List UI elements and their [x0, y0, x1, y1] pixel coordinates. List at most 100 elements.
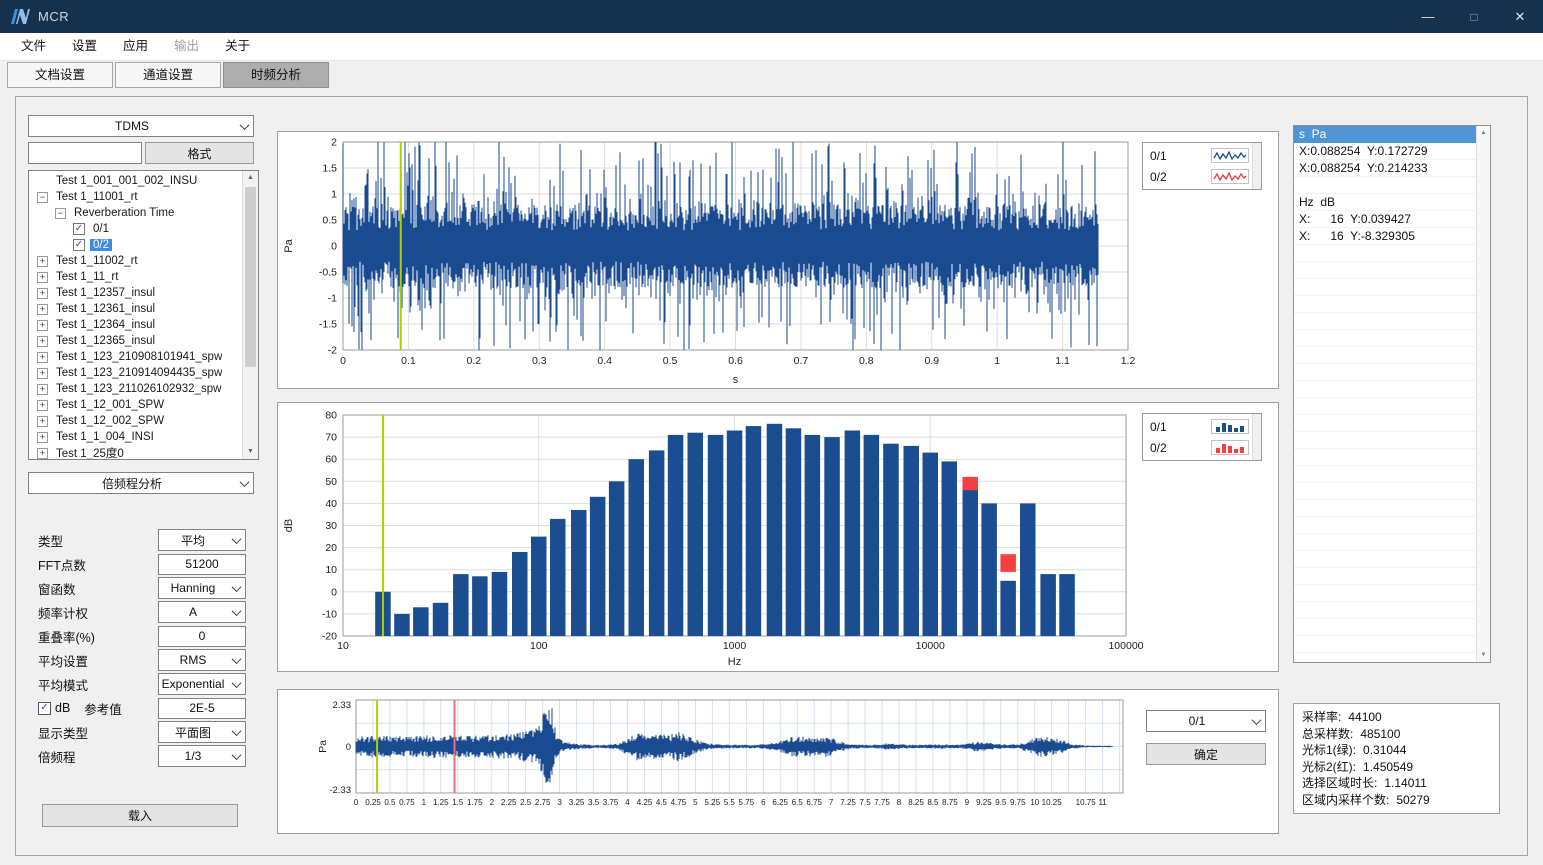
spectrum-bar-red[interactable]	[1000, 554, 1016, 572]
filter-input[interactable]	[28, 142, 142, 164]
spectrum-bar[interactable]	[746, 426, 762, 636]
cursor-list-row[interactable]	[1294, 398, 1477, 415]
expand-icon[interactable]: +	[37, 368, 48, 379]
expand-icon[interactable]: +	[37, 400, 48, 411]
cursor-list-row[interactable]	[1294, 245, 1477, 262]
tree-item-label[interactable]: Test 1_123_210908101941_spw	[53, 351, 225, 363]
spectrum-bar[interactable]	[864, 435, 880, 636]
tree-scrollbar[interactable]: ▲ ▼	[242, 171, 258, 459]
cursor-list-row[interactable]	[1294, 551, 1477, 568]
spectrum-bar[interactable]	[512, 552, 528, 636]
expand-icon[interactable]: +	[37, 416, 48, 427]
spectrum-bar[interactable]	[727, 431, 743, 637]
tree-item[interactable]: +Test 1_11_rt	[29, 269, 243, 285]
file-format-select[interactable]: TDMS	[28, 115, 254, 137]
tree-item-label[interactable]: Test 1_123_210914094435_spw	[53, 367, 225, 379]
cursor-list-row[interactable]	[1294, 466, 1477, 483]
spectrum-bar[interactable]	[845, 431, 861, 637]
cursor-list-row[interactable]	[1294, 279, 1477, 296]
tree-item-label[interactable]: Test 1_11001_rt	[53, 191, 141, 203]
expand-icon[interactable]: +	[37, 352, 48, 363]
collapse-icon[interactable]: −	[37, 192, 48, 203]
tree-item[interactable]: + Test 1_25度0	[29, 445, 243, 460]
cursor-list-row[interactable]	[1294, 534, 1477, 551]
legend-item[interactable]: 0/1	[1150, 416, 1249, 437]
menu-item-2[interactable]: 设置	[59, 33, 110, 60]
tree-item-label[interactable]: 0/2	[90, 239, 112, 251]
tree-item-label[interactable]: Reverberation Time	[71, 207, 177, 219]
spectrum-bar[interactable]	[1000, 581, 1016, 636]
spectrum-bar[interactable]	[1059, 574, 1075, 636]
expand-icon[interactable]: +	[37, 384, 48, 395]
tree-item-label[interactable]: Test 1_12_001_SPW	[53, 399, 167, 411]
spectrum-bar[interactable]	[629, 459, 645, 636]
tree-item-label[interactable]: Test 1_12_002_SPW	[53, 415, 167, 427]
tree-item[interactable]: + Test 1_12_002_SPW	[29, 413, 243, 429]
scroll-down-icon[interactable]: ▼	[1477, 649, 1490, 661]
tree-item[interactable]: + Test 1_12357_insul	[29, 285, 243, 301]
spectrum-bar[interactable]	[550, 519, 566, 636]
cursor-list-row[interactable]	[1294, 602, 1477, 619]
maximize-button[interactable]: □	[1451, 0, 1497, 33]
type-select[interactable]: 平均	[158, 529, 246, 551]
cursor-list-row[interactable]	[1294, 619, 1477, 636]
average-setting-select[interactable]: RMS	[158, 649, 246, 671]
tree-item[interactable]: +Test 1_123_211026102932_spw	[29, 381, 243, 397]
tree-item-label[interactable]: Test 1_11002_rt	[53, 255, 141, 267]
expand-icon[interactable]: +	[37, 288, 48, 299]
reference-input[interactable]: 2E-5	[158, 698, 246, 719]
cursor-list-row[interactable]	[1294, 636, 1477, 653]
cursor-list-row[interactable]	[1294, 313, 1477, 330]
tree-item-label[interactable]: Test 1_001_001_002_INSU	[53, 175, 200, 187]
legend-item[interactable]: 0/2	[1150, 166, 1249, 187]
expand-icon[interactable]: +	[37, 336, 48, 347]
tree-item-label[interactable]: Test 1_12361_insul	[53, 303, 158, 315]
spectrum-bar[interactable]	[571, 510, 587, 636]
cursor-list-row[interactable]: s Pa	[1294, 126, 1477, 143]
spectrum-bar[interactable]	[590, 497, 606, 636]
cursor-list-row[interactable]: Hz dB	[1294, 194, 1477, 211]
legend-item[interactable]: 0/1	[1150, 145, 1249, 166]
expand-icon[interactable]: +	[37, 320, 48, 331]
spectrum-bar[interactable]	[472, 576, 488, 636]
tree-item[interactable]: +Test 1_1_004_INSI	[29, 429, 243, 445]
cursor-list-row[interactable]	[1294, 432, 1477, 449]
tree-item-label[interactable]: Test 1_12365_insul	[53, 335, 158, 347]
spectrum-bar[interactable]	[904, 446, 920, 636]
menu-item-5[interactable]: 关于	[212, 33, 263, 60]
expand-icon[interactable]: +	[37, 432, 48, 443]
cursor-list-row[interactable]: X:0.088254 Y:0.214233	[1294, 160, 1477, 177]
cursor-list-row[interactable]	[1294, 449, 1477, 466]
spectrum-bar[interactable]	[1040, 574, 1056, 636]
tree-item-label[interactable]: Test 1_12357_insul	[53, 287, 158, 299]
expand-icon[interactable]: +	[37, 272, 48, 283]
octave-spectrum-chart[interactable]: -20-100102030405060708010100100010000100…	[278, 403, 1278, 671]
overview-waveform-chart[interactable]: 2.330-2.3300.250.50.7511.251.51.7522.252…	[278, 690, 1278, 833]
spectrum-bar[interactable]	[786, 428, 802, 636]
spectrum-bar[interactable]	[649, 450, 665, 636]
cursor-list-row[interactable]	[1294, 517, 1477, 534]
format-button[interactable]: 格式	[145, 142, 254, 164]
tree-item[interactable]: −Reverberation Time	[29, 205, 243, 221]
spectrum-bar[interactable]	[433, 603, 449, 636]
cursor-list-row[interactable]	[1294, 568, 1477, 585]
cursor-list-row[interactable]	[1294, 262, 1477, 279]
collapse-icon[interactable]: −	[55, 208, 66, 219]
spectrum-bar[interactable]	[688, 433, 704, 636]
scroll-up-icon[interactable]: ▲	[1477, 127, 1490, 139]
time-waveform-chart[interactable]: 00.10.20.30.40.50.60.70.80.911.11.2-2-1.…	[278, 132, 1278, 388]
spectrum-bar[interactable]	[1020, 503, 1036, 636]
overlap-input[interactable]: 0	[158, 626, 246, 647]
menu-item-1[interactable]: 文件	[8, 33, 59, 60]
expand-icon[interactable]: +	[37, 448, 48, 459]
spectrum-bar[interactable]	[668, 435, 684, 636]
cursor-list-row[interactable]	[1294, 585, 1477, 602]
tree-item-label[interactable]: Test 1_25度0	[53, 445, 127, 460]
channel-checkbox[interactable]: ✓	[73, 223, 85, 235]
expand-icon[interactable]: +	[37, 304, 48, 315]
tab-1[interactable]: 文档设置	[7, 62, 113, 88]
cursor-list-row[interactable]	[1294, 483, 1477, 500]
spectrum-bar[interactable]	[708, 435, 724, 636]
expand-icon[interactable]: +	[37, 256, 48, 267]
minimize-button[interactable]: —	[1405, 0, 1451, 33]
